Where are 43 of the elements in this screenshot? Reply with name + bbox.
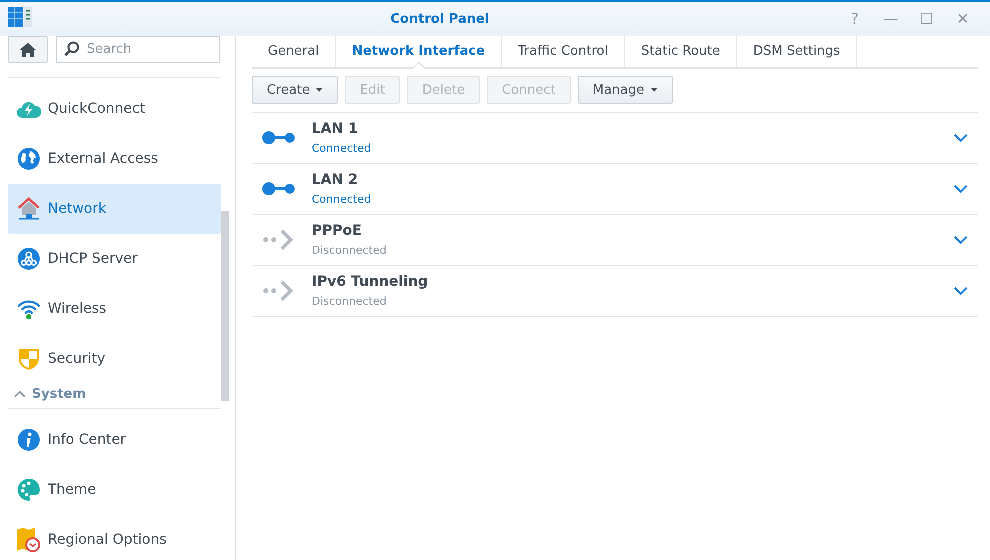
wifi-icon [17,298,41,320]
sidebar-item[interactable]: DHCP Server [8,234,221,284]
dhcp-icon [17,247,41,271]
expand-icon[interactable] [954,134,968,142]
map-clock-icon [16,527,42,553]
sidebar-item[interactable]: Wireless [8,284,221,334]
interface-status: Disconnected [312,295,388,308]
section-header: System [32,386,86,402]
shield-icon [18,347,40,371]
sidebar-item[interactable]: External Access [8,134,221,184]
scrollbar[interactable] [221,211,229,401]
app-logo-icon [8,6,32,28]
palette-icon [17,478,41,502]
interface-name: LAN 2 [312,172,360,188]
toolbar-button[interactable]: Create [252,76,338,104]
interface-name: LAN 1 [312,121,360,137]
tab[interactable]: General [252,36,336,67]
expand-icon[interactable] [954,184,968,194]
search-field[interactable]: Search [56,36,220,63]
window-title: Control Panel [390,12,490,26]
info-icon [17,428,41,452]
interface-name: PPPoE [312,223,363,239]
sidebar-item[interactable]: Theme [8,465,221,515]
sidebar-item[interactable]: Info Center [8,415,221,465]
sidebar-item[interactable]: Regional Options [8,515,221,560]
expand-icon[interactable] [954,236,968,244]
interface-status: Connected [312,142,372,155]
toolbar-button[interactable]: Manage [578,76,673,104]
home-icon [19,42,37,58]
interface-status: Disconnected [312,244,388,257]
sidebar-item[interactable]: Network [8,184,221,234]
interface-name: IPv6 Tunneling [312,274,430,290]
sidebar-item[interactable]: Security [8,334,221,384]
collapse-icon[interactable] [14,390,26,398]
interface-status: Connected [312,193,372,206]
home-button[interactable] [8,36,48,63]
house-network-icon [17,197,41,221]
tab[interactable]: Traffic Control [502,36,626,67]
expand-icon[interactable] [954,286,968,296]
globe-icon [17,147,41,171]
tab[interactable]: Static Route [625,36,738,67]
tab[interactable]: DSM Settings [737,36,858,67]
sidebar-item[interactable]: QuickConnect [8,84,221,134]
